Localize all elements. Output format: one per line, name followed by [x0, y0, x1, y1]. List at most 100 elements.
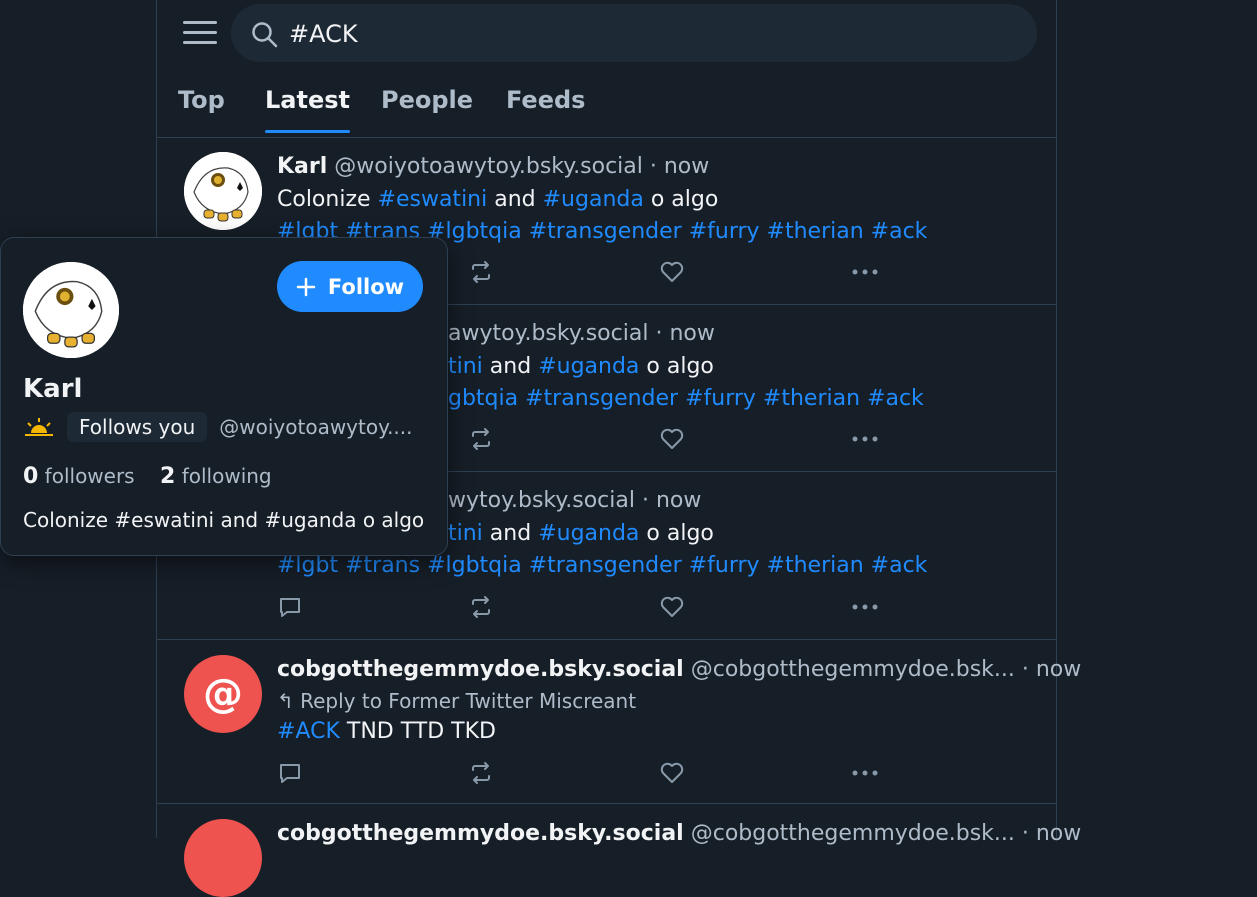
- heart-icon: [660, 762, 684, 783]
- avatar[interactable]: [184, 819, 262, 897]
- post-author-handle[interactable]: @cobgotthegemmydoe.bsk...: [691, 657, 1015, 682]
- like-button[interactable]: [659, 259, 685, 289]
- like-button[interactable]: [659, 760, 685, 790]
- repost-button[interactable]: [468, 259, 494, 289]
- hashtag-link[interactable]: #uganda: [538, 354, 639, 379]
- post-author-name[interactable]: Karl: [277, 154, 327, 179]
- post-header: cobgotthegemmydoe.bsky.social @cobgotthe…: [277, 821, 1081, 846]
- repost-button[interactable]: [468, 426, 494, 456]
- followers-count[interactable]: 0: [23, 464, 38, 489]
- post-text: Colonize #eswatini and #uganda o algo: [277, 187, 718, 212]
- post-text: #ACK TND TTD TKD: [277, 719, 496, 744]
- avatar[interactable]: @: [184, 655, 262, 733]
- post-actions: [277, 760, 917, 790]
- ellipsis-icon: [852, 604, 878, 610]
- menu-icon-line: [183, 31, 217, 34]
- post-author-handle[interactable]: @woiyotoawytoy.bsky.social: [334, 154, 643, 179]
- tab-feeds[interactable]: Feeds: [506, 86, 585, 114]
- repost-icon: [472, 261, 490, 283]
- hashtag-link[interactable]: #ACK: [277, 719, 340, 744]
- post-author-handle[interactable]: wytoy.bsky.social: [448, 488, 635, 513]
- profile-stats: 0 followers 2 following: [23, 464, 272, 489]
- post-text-part: Colonize: [277, 187, 378, 212]
- profile-name[interactable]: Karl: [23, 374, 82, 404]
- hashtag-link[interactable]: tini: [448, 521, 483, 546]
- menu-button[interactable]: [183, 21, 217, 47]
- header: Top Latest People Feeds: [157, 0, 1056, 138]
- heart-icon: [660, 596, 684, 617]
- more-options-button[interactable]: [850, 594, 880, 624]
- following-label[interactable]: following: [182, 464, 272, 488]
- search-bar: [231, 4, 1037, 62]
- profile-handle[interactable]: @woiyotoawytoy....: [219, 415, 412, 439]
- plus-icon: [296, 277, 316, 296]
- post-author-name[interactable]: cobgotthegemmydoe.bsky.social: [277, 657, 684, 682]
- profile-avatar[interactable]: [23, 262, 119, 358]
- reply-label: Reply to Former Twitter Miscreant: [300, 689, 637, 713]
- hashtag-link[interactable]: tini: [448, 354, 483, 379]
- more-options-button[interactable]: [850, 760, 880, 790]
- follow-button[interactable]: Follow: [277, 261, 423, 312]
- sunrise-icon: [25, 418, 53, 436]
- post-time: · now: [1021, 657, 1082, 682]
- ellipsis-icon: [852, 436, 878, 442]
- post-hashtags[interactable]: gbtqia #transgender #furry #therian #ack: [448, 386, 924, 411]
- post-text-part: o algo: [639, 521, 714, 546]
- like-button[interactable]: [659, 594, 685, 624]
- avatar[interactable]: [184, 152, 262, 230]
- more-options-button[interactable]: [850, 259, 880, 289]
- reply-button[interactable]: [277, 760, 303, 790]
- reply-indicator[interactable]: ↰ Reply to Former Twitter Miscreant: [277, 689, 636, 713]
- post-text: tini and #uganda o algo: [448, 521, 714, 546]
- repost-icon: [472, 596, 490, 618]
- post-text-part: and: [482, 521, 539, 546]
- post-text: tini and #uganda o algo: [448, 354, 714, 379]
- hashtag-link[interactable]: #uganda: [543, 187, 644, 212]
- comment-icon: [280, 598, 300, 617]
- repost-button[interactable]: [468, 760, 494, 790]
- post-actions: [277, 594, 917, 624]
- more-options-button[interactable]: [850, 426, 880, 456]
- repost-icon: [472, 428, 490, 450]
- following-count[interactable]: 2: [160, 464, 175, 489]
- profile-meta: Follows you @woiyotoawytoy....: [23, 411, 413, 443]
- post-item[interactable]: @ cobgotthegemmydoe.bsky.social @cobgott…: [157, 640, 1081, 804]
- avatar-drawing: [184, 152, 262, 230]
- post-header: Karl @woiyotoawytoy.bsky.social · now: [277, 154, 709, 179]
- post-time: · now: [641, 488, 702, 513]
- ellipsis-icon: [852, 770, 878, 776]
- profile-bio: Colonize #eswatini and #uganda o algo: [23, 508, 425, 532]
- post-author-handle[interactable]: @cobgotthegemmydoe.bsk...: [691, 821, 1015, 846]
- tab-latest[interactable]: Latest: [265, 86, 350, 133]
- post-item[interactable]: cobgotthegemmydoe.bsky.social @cobgotthe…: [157, 804, 1081, 897]
- heart-icon: [660, 428, 684, 449]
- tab-people[interactable]: People: [381, 86, 473, 114]
- repost-button[interactable]: [468, 594, 494, 624]
- post-time: · now: [649, 154, 710, 179]
- at-sign-icon: @: [203, 671, 243, 717]
- post-time: · now: [655, 321, 715, 346]
- post-text-part: and: [482, 354, 539, 379]
- heart-icon: [660, 261, 684, 282]
- post-author-handle[interactable]: awytoy.bsky.social: [448, 321, 648, 346]
- menu-icon: [183, 21, 217, 24]
- post-text-part: o algo: [639, 354, 714, 379]
- tab-top[interactable]: Top: [178, 86, 225, 114]
- comment-icon: [280, 764, 300, 783]
- hashtag-link[interactable]: #uganda: [538, 521, 639, 546]
- post-text-part: and: [487, 187, 543, 212]
- repost-icon: [472, 762, 490, 784]
- post-text-part: o algo: [643, 187, 719, 212]
- avatar-drawing: [23, 262, 119, 358]
- post-hashtags[interactable]: #lgbt #trans #lgbtqia #transgender #furr…: [277, 553, 927, 578]
- search-input[interactable]: [287, 16, 991, 52]
- post-header: awytoy.bsky.social · now: [448, 321, 715, 346]
- post-time: · now: [1021, 821, 1082, 846]
- post-author-name[interactable]: cobgotthegemmydoe.bsky.social: [277, 821, 684, 846]
- followers-label[interactable]: followers: [45, 464, 135, 488]
- like-button[interactable]: [659, 426, 685, 456]
- reply-button[interactable]: [277, 594, 303, 624]
- post-header: cobgotthegemmydoe.bsky.social @cobgotthe…: [277, 657, 1081, 682]
- reply-arrow-icon: ↰: [277, 689, 294, 713]
- hashtag-link[interactable]: #eswatini: [378, 187, 488, 212]
